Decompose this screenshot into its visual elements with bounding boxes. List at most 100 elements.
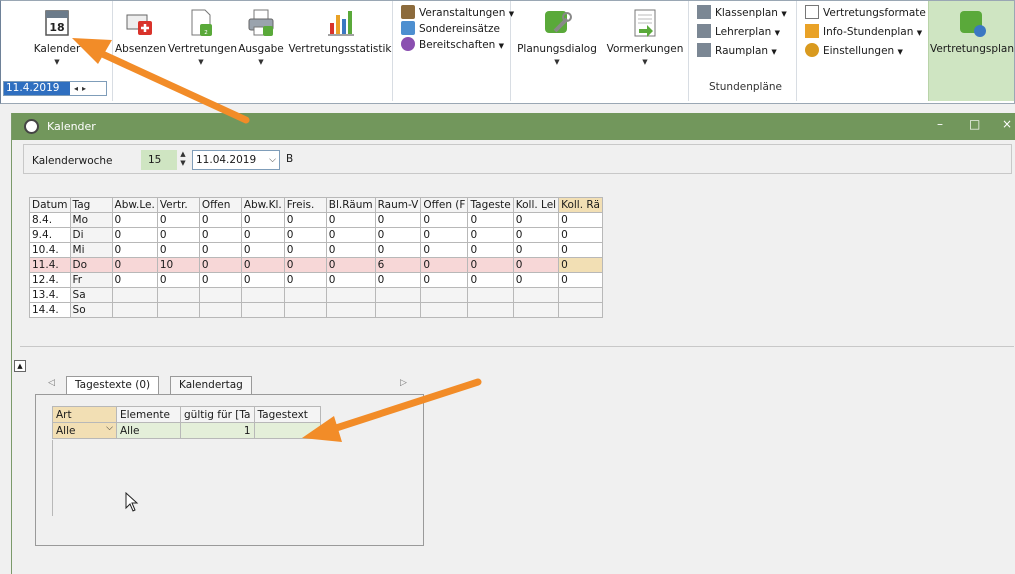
grid-cell[interactable] (467, 302, 514, 318)
grid-cell[interactable]: 14.4. (29, 302, 71, 318)
grid-cell[interactable]: 0 (198, 227, 242, 243)
grid-cell[interactable]: 10.4. (29, 242, 71, 258)
grid-cell[interactable]: Do (69, 257, 113, 273)
grid-header-cell[interactable]: Offen (198, 197, 242, 213)
minimize-icon[interactable]: – (937, 117, 943, 131)
sondereinsaetze-button[interactable]: Sondereinsätze (401, 21, 500, 37)
bereitschaften-button[interactable]: Bereitschaften ▼ (401, 37, 504, 54)
calendar-grid[interactable]: Datum Tag Abw.Le. Vertr. Offen Abw.Kl. Freis. B… (29, 197, 604, 318)
grid-cell[interactable]: 0 (156, 272, 200, 288)
grid-cell[interactable]: 0 (283, 242, 327, 258)
grid-cell[interactable]: 11.4. (29, 257, 71, 273)
vertretungsplan-button[interactable]: Vertretungsplan (929, 7, 1015, 56)
grid-cell[interactable]: 0 (374, 272, 422, 288)
grid-cell[interactable]: 0 (558, 212, 604, 228)
grid-cell[interactable]: 0 (467, 242, 514, 258)
table-row[interactable]: 13.4. Sa (29, 287, 604, 303)
grid-cell[interactable]: 0 (512, 242, 560, 258)
table-row[interactable]: 12.4. Fr 0 0 0 0 0 0 0 0 0 0 0 (29, 272, 604, 288)
grid-cell[interactable] (156, 302, 200, 318)
grid-cell[interactable]: 0 (420, 272, 469, 288)
info-stundenplan-button[interactable]: Info-Stundenplan ▼ (805, 24, 922, 41)
grid-cell[interactable]: 8.4. (29, 212, 71, 228)
grid-cell[interactable] (283, 287, 327, 303)
grid-cell[interactable] (240, 287, 285, 303)
grid-cell[interactable]: 0 (325, 257, 376, 273)
grid-cell[interactable]: 0 (374, 242, 422, 258)
grid-cell[interactable] (111, 287, 158, 303)
grid-cell[interactable]: 0 (558, 242, 604, 258)
grid-cell[interactable]: So (69, 302, 113, 318)
grid-cell[interactable]: 0 (325, 272, 376, 288)
grid-cell[interactable]: 12.4. (29, 272, 71, 288)
grid-cell[interactable]: 0 (283, 212, 327, 228)
kalender-button[interactable]: 18 Kalender ▼ (11, 7, 103, 69)
grid-cell[interactable]: 0 (156, 227, 200, 243)
grid-cell[interactable]: 0 (512, 257, 560, 273)
grid-cell[interactable]: 0 (374, 212, 422, 228)
tab-kalendertag[interactable]: Kalendertag (170, 376, 252, 394)
grid-cell[interactable]: 0 (240, 212, 285, 228)
grid-cell[interactable]: Fr (69, 272, 113, 288)
grid-cell[interactable]: 0 (512, 212, 560, 228)
grid-cell[interactable]: 0 (420, 257, 469, 273)
maximize-icon[interactable]: □ (969, 117, 980, 131)
grid-header-cell[interactable]: Tag (69, 197, 113, 213)
table-row[interactable]: 9.4. Di 0 0 0 0 0 0 0 0 0 0 0 (29, 227, 604, 243)
lehrerplan-button[interactable]: Lehrerplan ▼ (697, 24, 780, 41)
grid-cell[interactable] (283, 302, 327, 318)
col-art[interactable]: Art (52, 406, 117, 423)
grid-cell[interactable]: 0 (198, 272, 242, 288)
grid-cell[interactable]: 0 (467, 257, 514, 273)
grid-cell[interactable]: 0 (512, 272, 560, 288)
art-select[interactable]: Alle ⌵ (52, 422, 117, 439)
grid-header-cell[interactable]: Bl.Räum (325, 197, 376, 213)
grid-cell[interactable]: 0 (240, 272, 285, 288)
grid-header-cell[interactable]: Freis. (283, 197, 327, 213)
grid-cell[interactable]: 10 (156, 257, 200, 273)
grid-header-cell[interactable]: Abw.Le. (111, 197, 158, 213)
grid-cell[interactable]: 0 (240, 227, 285, 243)
grid-cell[interactable] (512, 302, 560, 318)
grid-cell[interactable] (240, 302, 285, 318)
grid-cell[interactable]: 0 (420, 242, 469, 258)
grid-cell[interactable]: Sa (69, 287, 113, 303)
table-row[interactable]: 8.4. Mo 0 0 0 0 0 0 0 0 0 0 0 (29, 212, 604, 228)
elemente-cell[interactable]: Alle (116, 422, 181, 439)
tagestexte-grid[interactable]: Art Elemente gültig für [Ta Tagestext Al… (52, 406, 321, 439)
grid-cell[interactable]: 0 (374, 227, 422, 243)
grid-cell[interactable]: 0 (467, 212, 514, 228)
grid-cell[interactable]: 0 (240, 242, 285, 258)
grid-cell[interactable] (198, 287, 242, 303)
grid-cell[interactable]: 0 (558, 257, 604, 273)
tagestexte-row[interactable]: Alle ⌵ Alle 1 (52, 422, 321, 439)
grid-cell[interactable] (467, 287, 514, 303)
collapse-icon[interactable]: ▲ (14, 360, 26, 372)
grid-cell[interactable] (558, 287, 604, 303)
grid-cell[interactable]: 0 (283, 272, 327, 288)
grid-cell[interactable] (111, 302, 158, 318)
grid-header-cell[interactable]: Koll. Rä (558, 197, 604, 213)
vertretungen-button[interactable]: ₂ Vertretungen ▼ (168, 7, 237, 69)
grid-cell[interactable]: 0 (325, 212, 376, 228)
tagestext-cell[interactable] (253, 422, 321, 439)
gueltig-cell[interactable]: 1 (180, 422, 255, 439)
grid-cell[interactable]: 0 (198, 212, 242, 228)
grid-cell[interactable] (558, 302, 604, 318)
grid-cell[interactable]: 0 (325, 227, 376, 243)
raumplan-button[interactable]: Raumplan ▼ (697, 43, 777, 60)
grid-header-cell[interactable]: Vertr. (156, 197, 200, 213)
grid-cell[interactable] (374, 287, 422, 303)
grid-cell[interactable] (156, 287, 200, 303)
grid-cell[interactable]: 0 (420, 212, 469, 228)
grid-cell[interactable] (420, 287, 469, 303)
grid-cell[interactable] (512, 287, 560, 303)
grid-cell[interactable]: 0 (111, 257, 158, 273)
grid-cell[interactable]: 13.4. (29, 287, 71, 303)
grid-cell[interactable]: Mi (69, 242, 113, 258)
grid-header-cell[interactable]: Datum (29, 197, 71, 213)
col-elemente[interactable]: Elemente (116, 406, 181, 423)
kalenderwoche-field[interactable]: 15 (141, 150, 177, 170)
grid-header-cell[interactable]: Koll. Lel (512, 197, 560, 213)
table-row[interactable]: 10.4. Mi 0 0 0 0 0 0 0 0 0 0 0 (29, 242, 604, 258)
